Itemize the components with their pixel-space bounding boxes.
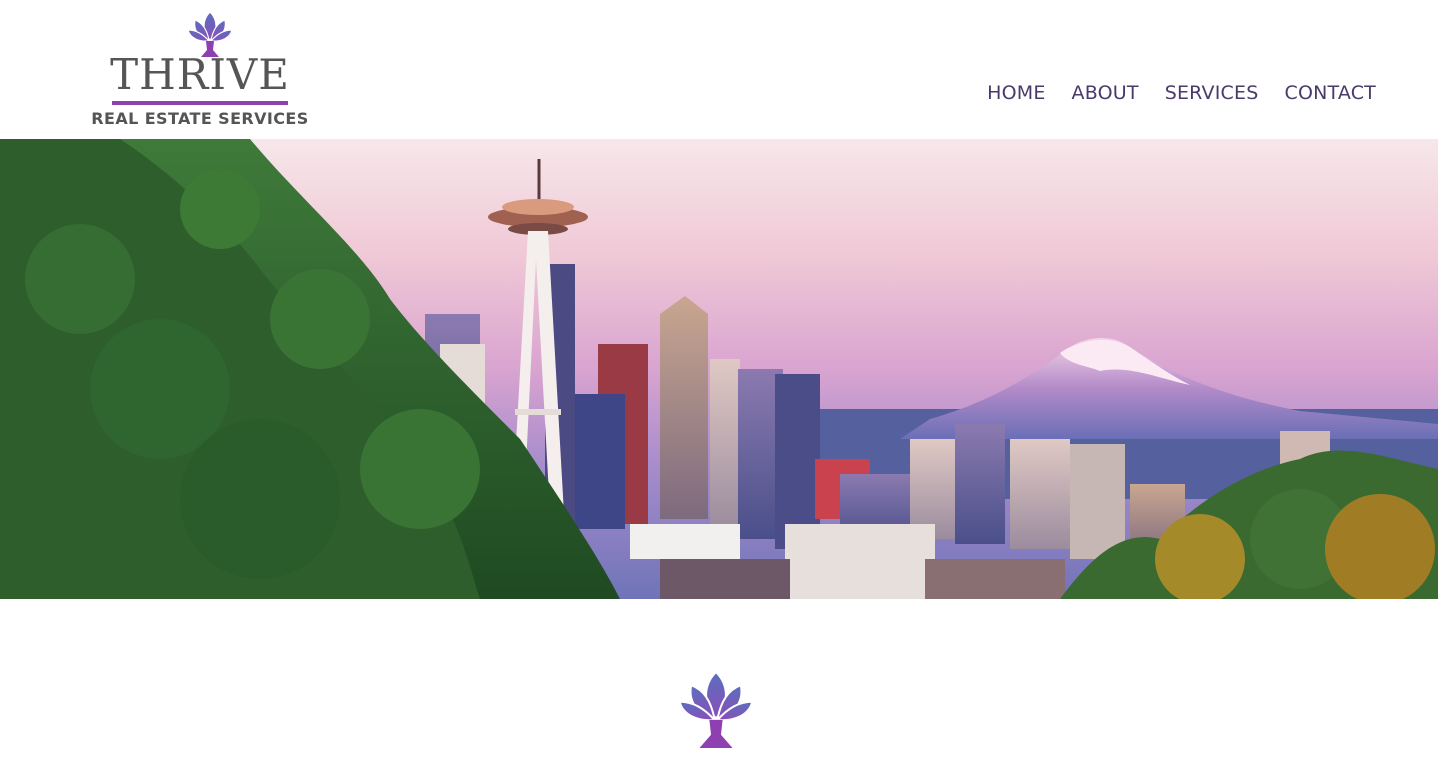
nav-services[interactable]: SERVICES	[1165, 79, 1259, 107]
hero-image	[0, 139, 1438, 599]
main-nav: HOME ABOUT SERVICES CONTACT	[987, 79, 1376, 107]
nav-contact[interactable]: CONTACT	[1284, 79, 1376, 107]
lotus-tree-icon	[678, 670, 754, 748]
nav-home[interactable]: HOME	[987, 79, 1045, 107]
brand-underline	[112, 101, 288, 105]
brand-wordmark: THRIVE	[110, 50, 290, 99]
site-logo[interactable]: THRIVE REAL ESTATE SERVICES	[90, 8, 310, 133]
seattle-skyline-photo	[0, 139, 1438, 599]
nav-about[interactable]: ABOUT	[1072, 79, 1139, 107]
site-header: THRIVE REAL ESTATE SERVICES HOME ABOUT S…	[0, 0, 1438, 139]
brand-subtitle: REAL ESTATE SERVICES	[91, 109, 309, 128]
